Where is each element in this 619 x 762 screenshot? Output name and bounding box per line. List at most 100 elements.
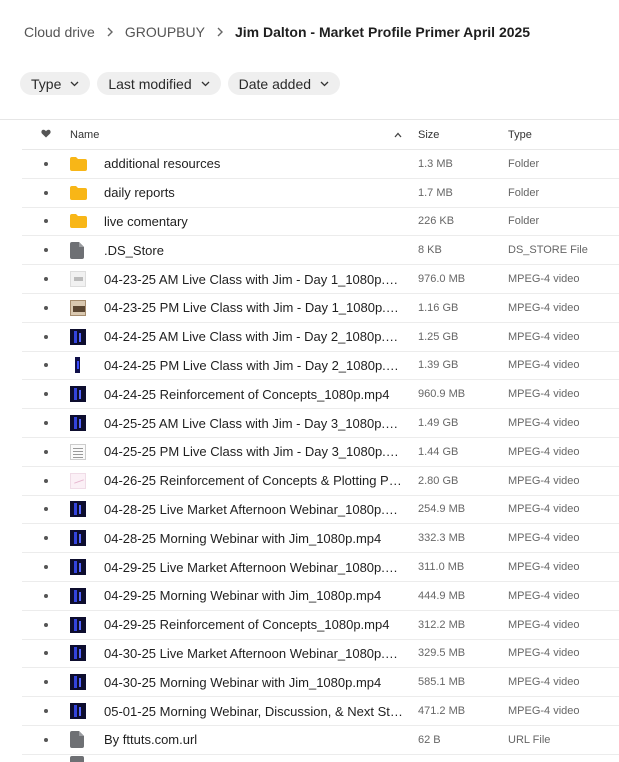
file-name: 04-24-25 AM Live Class with Jim - Day 2_…	[104, 329, 411, 345]
file-name: 04-29-25 Reinforcement of Concepts_1080p…	[104, 617, 390, 633]
video-thumbnail-icon	[70, 443, 104, 460]
bullet-dot-icon	[44, 536, 48, 541]
row-bullet[interactable]	[22, 737, 70, 742]
file-row[interactable]: 04-26-25 Reinforcement of Concepts & Plo…	[22, 467, 619, 496]
video-thumbnail	[70, 386, 86, 403]
file-size: 329.5 MB	[418, 647, 466, 660]
file-row[interactable]: live comentary 226 KB Folder	[22, 208, 619, 237]
video-thumbnail-icon	[70, 472, 104, 489]
chevron-right-icon	[205, 24, 235, 40]
chevron-down-icon	[70, 81, 79, 87]
row-bullet[interactable]	[22, 392, 70, 397]
video-thumbnail-icon	[70, 299, 104, 316]
name-column-header[interactable]: Name	[70, 129, 418, 141]
filter-type-dropdown[interactable]: Type	[20, 72, 91, 95]
row-bullet[interactable]	[22, 449, 70, 454]
file-row[interactable]: 04-25-25 PM Live Class with Jim - Day 3_…	[22, 438, 619, 467]
row-bullet[interactable]	[22, 334, 70, 339]
file-size: 471.2 MB	[418, 705, 466, 718]
file-list: additional resources 1.3 MB Folder daily re…	[22, 150, 619, 755]
file-row[interactable]: 04-28-25 Live Market Afternoon Webinar_1…	[22, 496, 619, 525]
video-thumbnail	[70, 587, 86, 604]
video-thumbnail	[70, 703, 86, 720]
video-thumbnail-icon	[70, 530, 104, 547]
file-row[interactable]: 04-23-25 AM Live Class with Jim - Day 1_…	[22, 265, 619, 294]
row-bullet[interactable]	[22, 421, 70, 426]
row-bullet[interactable]	[22, 622, 70, 627]
row-bullet[interactable]	[22, 593, 70, 598]
file-row[interactable]: 04-28-25 Morning Webinar with Jim_1080p.…	[22, 524, 619, 554]
file-row[interactable]: 04-24-25 PM Live Class with Jim - Day 2_…	[22, 352, 619, 381]
file-type: Folder	[508, 157, 540, 170]
row-bullet[interactable]	[22, 680, 70, 685]
file-row[interactable]: 04-29-25 Reinforcement of Concepts_1080p…	[22, 611, 619, 640]
row-bullet[interactable]	[22, 565, 70, 570]
file-row[interactable]: .DS_Store 8 KB DS_STORE File	[22, 236, 619, 266]
video-thumbnail-icon	[70, 328, 104, 345]
bullet-dot-icon	[44, 565, 48, 570]
filter-date-added-dropdown[interactable]: Date added	[227, 72, 341, 95]
bullet-dot-icon	[44, 161, 48, 166]
bullet-dot-icon	[44, 219, 48, 224]
row-bullet[interactable]	[22, 161, 70, 166]
file-row[interactable]: 04-30-25 Morning Webinar with Jim_1080p.…	[22, 668, 619, 698]
row-bullet[interactable]	[22, 190, 70, 195]
row-bullet[interactable]	[22, 248, 70, 253]
file-row[interactable]: 04-25-25 AM Live Class with Jim - Day 3_…	[22, 409, 619, 438]
file-row[interactable]: 04-24-25 Reinforcement of Concepts_1080p…	[22, 380, 619, 410]
bullet-dot-icon	[44, 593, 48, 598]
video-thumbnail	[70, 357, 86, 374]
video-thumbnail	[70, 559, 86, 576]
file-row[interactable]: By fttuts.com.url 62 B URL File	[22, 726, 619, 755]
video-thumbnail	[70, 299, 86, 316]
filter-bar: Type Last modified Date added	[20, 72, 341, 95]
favourite-column-header[interactable]	[22, 129, 70, 141]
file-size: 311.0 MB	[418, 561, 465, 574]
row-bullet[interactable]	[22, 507, 70, 512]
row-bullet[interactable]	[22, 709, 70, 714]
file-row[interactable]: daily reports 1.7 MB Folder	[22, 179, 619, 208]
file-row[interactable]: 04-29-25 Live Market Afternoon Webinar_1…	[22, 553, 619, 582]
row-bullet[interactable]	[22, 478, 70, 483]
file-size: 585.1 MB	[418, 676, 466, 689]
row-bullet[interactable]	[22, 277, 70, 282]
file-size: 62 B	[418, 733, 441, 746]
file-size: 226 KB	[418, 215, 455, 228]
video-thumbnail-icon	[70, 415, 104, 432]
file-size: 1.16 GB	[418, 301, 459, 314]
video-thumbnail-icon	[70, 703, 104, 720]
file-name: 04-30-25 Morning Webinar with Jim_1080p.…	[104, 674, 382, 690]
filter-last-modified-dropdown[interactable]: Last modified	[97, 72, 221, 95]
breadcrumb-groupbuy[interactable]: GROUPBUY	[125, 24, 205, 40]
video-thumbnail	[70, 530, 86, 547]
breadcrumb-current-folder: Jim Dalton - Market Profile Primer April…	[234, 24, 531, 40]
folder-icon	[70, 156, 104, 171]
file-size: 444.9 MB	[418, 589, 466, 602]
row-bullet[interactable]	[22, 219, 70, 224]
file-row[interactable]: 04-24-25 AM Live Class with Jim - Day 2_…	[22, 323, 619, 352]
file-row[interactable]: additional resources 1.3 MB Folder	[22, 150, 619, 179]
file-name: .DS_Store	[104, 242, 164, 258]
row-bullet[interactable]	[22, 651, 70, 656]
video-thumbnail	[70, 443, 86, 460]
file-row[interactable]: 04-23-25 PM Live Class with Jim - Day 1_…	[22, 294, 619, 323]
file-size: 2.80 GB	[418, 474, 459, 487]
row-bullet[interactable]	[22, 536, 70, 541]
file-row[interactable]: 05-01-25 Morning Webinar, Discussion, & …	[22, 697, 619, 726]
video-thumbnail	[70, 501, 86, 518]
file-type: MPEG-4 video	[508, 618, 580, 631]
file-row[interactable]: 04-30-25 Live Market Afternoon Webinar_1…	[22, 640, 619, 669]
file-row[interactable]: 04-29-25 Morning Webinar with Jim_1080p.…	[22, 582, 619, 611]
breadcrumb-cloud-drive[interactable]: Cloud drive	[24, 24, 95, 40]
file-icon	[70, 731, 104, 749]
video-thumbnail	[70, 328, 86, 345]
file-type: MPEG-4 video	[508, 647, 580, 660]
row-bullet[interactable]	[22, 305, 70, 310]
file-name: 04-30-25 Live Market Afternoon Webinar_1…	[104, 645, 411, 661]
sort-ascending-icon	[394, 129, 402, 141]
file-size: 1.3 MB	[418, 157, 453, 170]
size-column-header[interactable]: Size	[418, 129, 508, 141]
type-column-header[interactable]: Type	[508, 129, 619, 141]
row-bullet[interactable]	[22, 363, 70, 368]
file-size: 312.2 MB	[418, 618, 466, 631]
